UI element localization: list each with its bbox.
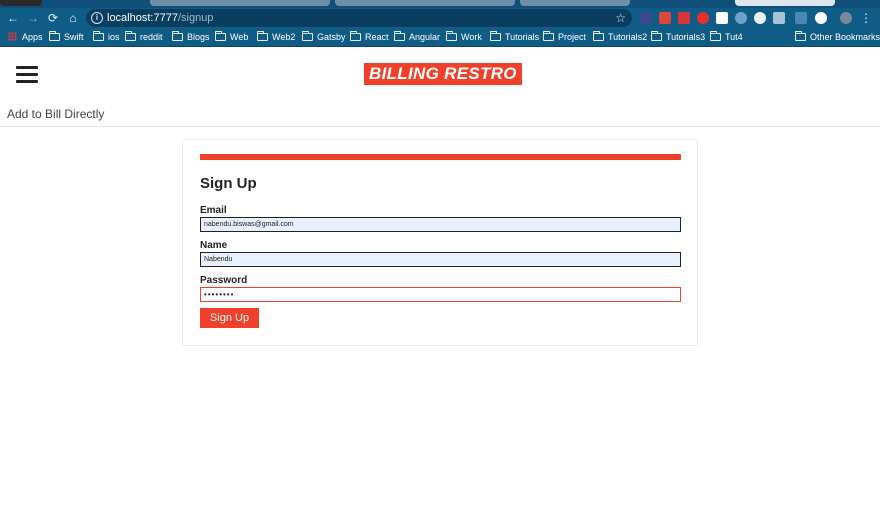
bookmark-other[interactable]: Other Bookmarks [795,31,880,44]
browser-tab[interactable] [520,0,630,6]
extension-icon[interactable] [815,12,827,24]
hamburger-bar [16,80,38,83]
bookmark-item[interactable]: Web2 [257,31,295,44]
folder-icon [172,31,183,41]
extension-icon[interactable] [640,12,652,24]
back-icon[interactable]: ← [5,10,21,26]
extension-icon[interactable] [697,12,709,24]
extension-icon[interactable] [716,12,728,24]
bookmark-star-icon[interactable]: ☆ [615,10,626,26]
bookmark-item[interactable]: Project [543,31,586,44]
email-field[interactable]: nabendu.biswas@gmail.com [200,217,681,232]
browser-tab[interactable] [335,0,515,6]
address-bar[interactable]: i localhost:7777/signup ☆ [86,9,632,27]
browser-tab-strip [0,0,880,8]
reload-icon[interactable]: ⟳ [45,10,61,26]
folder-icon [543,31,554,41]
folder-icon [446,31,457,41]
info-icon[interactable]: i [91,12,103,24]
password-label: Password [200,275,248,286]
folder-icon [302,31,313,41]
browser-tab[interactable] [0,0,42,6]
bookmark-item[interactable]: Work [446,31,482,44]
browser-tab[interactable] [150,0,330,6]
bookmark-item[interactable]: Swift [49,31,84,44]
folder-icon [394,31,405,41]
form-title: Sign Up [200,175,257,192]
extension-icon[interactable] [754,12,766,24]
extension-icon[interactable] [678,12,690,24]
url-text[interactable]: localhost:7777/signup [107,11,213,25]
bookmark-item[interactable]: React [350,31,389,44]
bookmark-item[interactable]: Angular [394,31,440,44]
apps-grid-icon [8,32,17,41]
app-header: BILLING RESTRO [0,48,880,104]
url-host: localhost:7777 [107,12,178,24]
folder-icon [49,31,60,41]
bookmark-item[interactable]: Tutorials2 [593,31,647,44]
folder-icon [215,31,226,41]
bookmark-item[interactable]: Tutorials3 [651,31,705,44]
bookmark-item[interactable]: Gatsby [302,31,346,44]
email-label: Email [200,205,227,216]
extension-icon[interactable] [735,12,747,24]
hamburger-bar [16,73,38,76]
hamburger-bar [16,66,38,69]
card-accent-bar [200,154,681,160]
url-path: /signup [177,12,214,24]
extension-icon[interactable] [773,12,785,24]
folder-icon [257,31,268,41]
folder-icon [350,31,361,41]
bookmark-item[interactable]: Tut4 [710,31,743,44]
extension-icon[interactable] [659,12,671,24]
password-field[interactable]: •••••••• [200,287,681,302]
bookmark-item[interactable]: Tutorials [490,31,539,44]
header-divider [0,126,880,127]
bookmark-item[interactable]: Blogs [172,31,210,44]
bookmarks-bar: Apps Swift ios reddit Blogs Web Web2 Gat… [0,28,880,47]
folder-icon [795,31,806,41]
folder-icon [93,31,104,41]
folder-icon [490,31,501,41]
folder-icon [125,31,136,41]
signup-card: Sign Up Email nabendu.biswas@gmail.com N… [182,139,698,346]
bookmark-item[interactable]: Web [215,31,248,44]
add-to-bill-link[interactable]: Add to Bill Directly [7,107,104,121]
bookmark-item[interactable]: reddit [125,31,163,44]
folder-icon [651,31,662,41]
bookmark-item[interactable]: ios [93,31,120,44]
extension-icon[interactable] [795,12,807,24]
name-field[interactable]: Nabendu [200,252,681,267]
forward-icon[interactable]: → [25,10,41,26]
bookmark-apps[interactable]: Apps [8,31,43,44]
profile-avatar[interactable] [840,12,852,24]
hamburger-menu-icon[interactable] [16,66,38,84]
browser-toolbar: ← → ⟳ ⌂ i localhost:7777/signup ☆ ⋮ [0,8,880,28]
name-label: Name [200,240,228,251]
folder-icon [593,31,604,41]
folder-icon [710,31,721,41]
signup-button[interactable]: Sign Up [200,308,259,328]
home-icon[interactable]: ⌂ [65,10,81,26]
browser-tab-active[interactable] [735,0,835,6]
app-logo[interactable]: BILLING RESTRO [364,63,522,85]
menu-dots-icon[interactable]: ⋮ [858,10,874,26]
